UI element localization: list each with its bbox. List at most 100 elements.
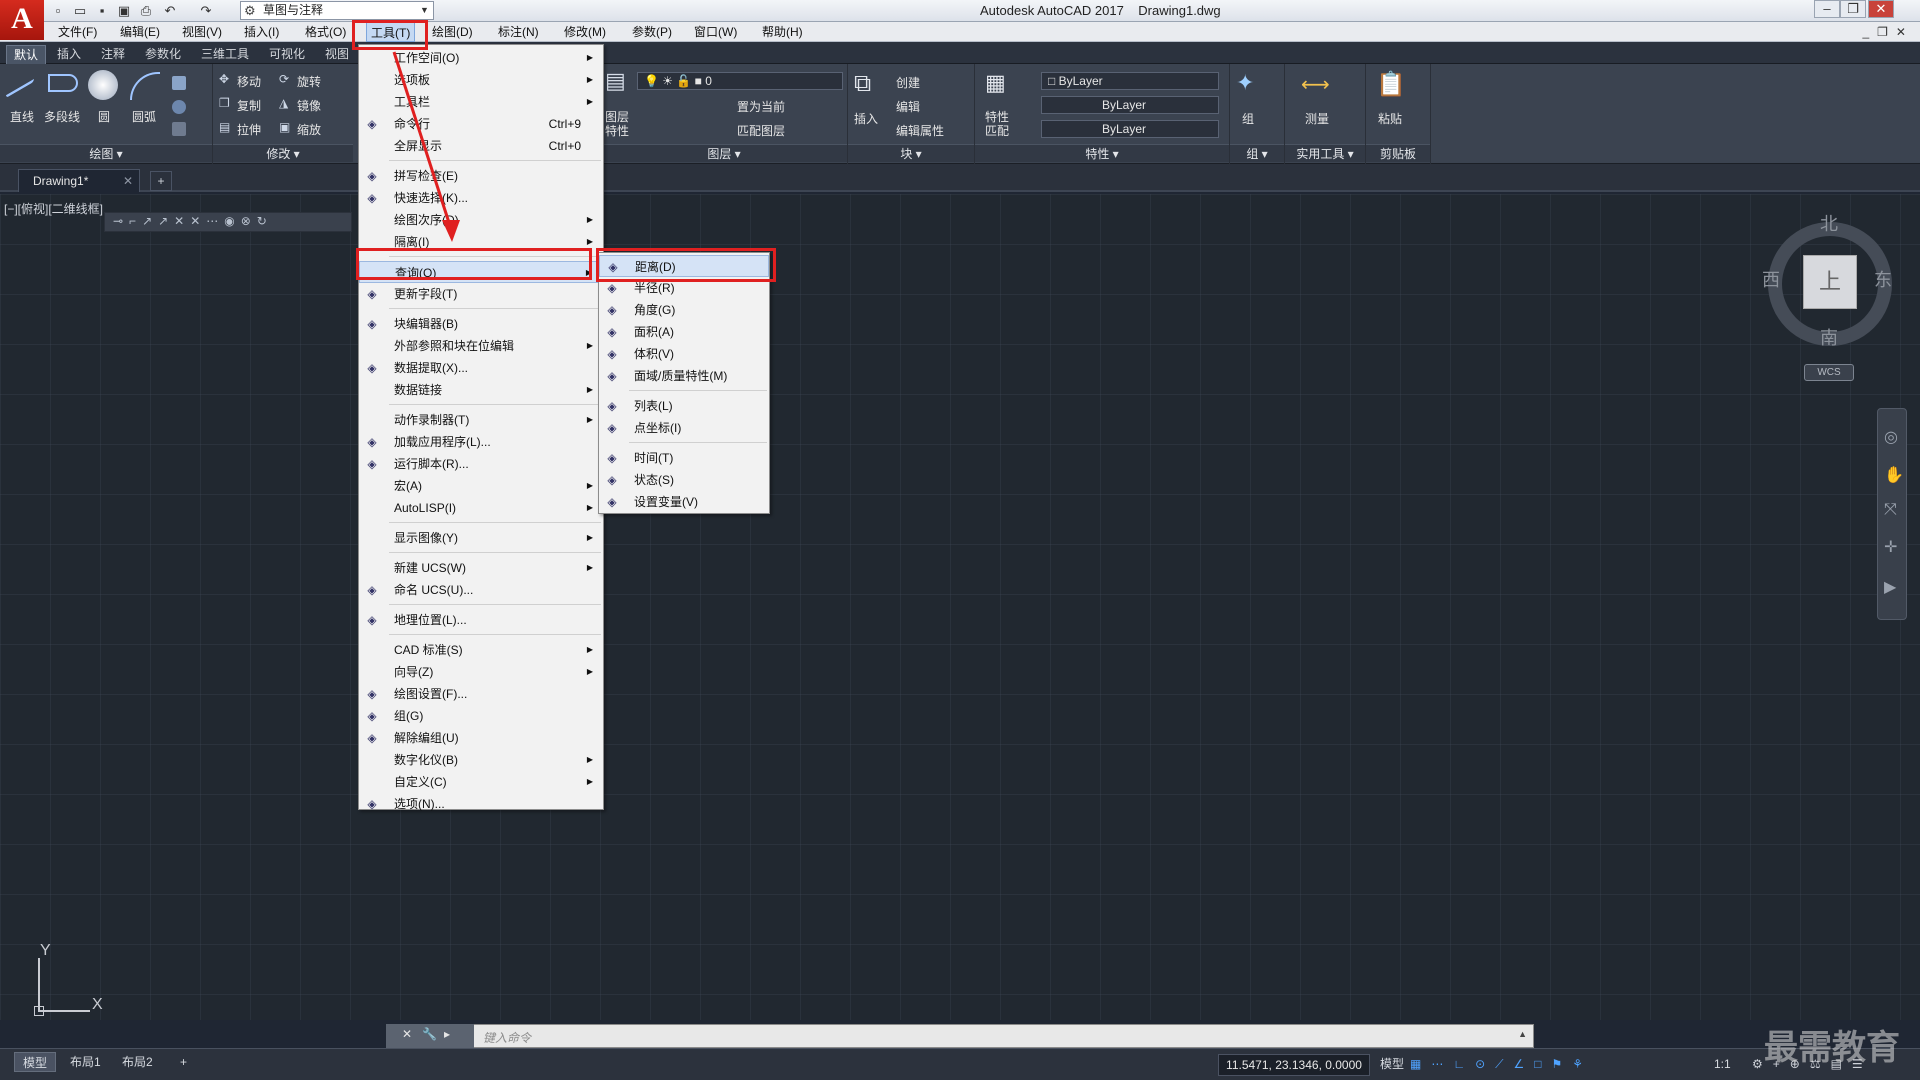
menu-modify[interactable]: 修改(M) — [560, 22, 610, 42]
pan-icon[interactable]: ✋ — [1884, 465, 1904, 485]
copy-label[interactable]: 复制 — [237, 97, 261, 114]
tools_menu-item[interactable]: 自定义(C) ▶ — [359, 771, 603, 793]
save-icon[interactable]: ▪ — [92, 2, 112, 20]
tools_menu-item[interactable]: ◈ 命名 UCS(U)... — [359, 579, 603, 601]
panel-utilities-title[interactable]: 实用工具 ▾ — [1285, 144, 1365, 162]
scale-label[interactable]: 缩放 — [297, 121, 321, 138]
inquiry_menu-item[interactable]: ◈ 点坐标(I) — [599, 417, 769, 439]
tab-view[interactable]: 视图 — [318, 45, 356, 64]
wcs-menu[interactable]: WCS — [1804, 364, 1854, 381]
save-as-icon[interactable]: ▣ — [114, 2, 134, 20]
panel-clipboard-title[interactable]: 剪贴板 — [1366, 144, 1430, 162]
tools_menu-item[interactable]: ◈ 加载应用程序(L)... — [359, 431, 603, 453]
stretch-label[interactable]: 拉伸 — [237, 121, 261, 138]
new-file-icon[interactable]: ▫ — [48, 2, 68, 20]
edit-block-label[interactable]: 编辑 — [896, 98, 920, 115]
model-space-toggle[interactable]: 模型 — [1372, 1054, 1412, 1074]
layout-tab-2[interactable]: 布局2 — [114, 1052, 161, 1072]
tools_menu-item[interactable]: AutoLISP(I) ▶ — [359, 497, 603, 519]
rotate-label[interactable]: 旋转 — [297, 73, 321, 90]
restore-button[interactable]: ❐ — [1840, 0, 1866, 18]
panel-block-title[interactable]: 块 ▾ — [848, 144, 974, 162]
menu-view[interactable]: 视图(V) — [178, 22, 226, 42]
color-select[interactable]: □ ByLayer — [1041, 72, 1219, 90]
tools_menu-item[interactable]: ◈ 选项(N)... — [359, 793, 603, 815]
tools_menu-item[interactable]: 宏(A) ▶ — [359, 475, 603, 497]
inquiry_menu-item[interactable]: ◈ 设置变量(V) — [599, 491, 769, 513]
showmotion-icon[interactable]: ▶ — [1884, 577, 1896, 597]
arc-icon[interactable] — [130, 72, 160, 100]
open-file-icon[interactable]: ▭ — [70, 2, 90, 20]
tools_menu-item[interactable]: ◈ 组(G) — [359, 705, 603, 727]
polyline-icon[interactable] — [48, 74, 78, 92]
close-icon[interactable]: ✕ — [123, 170, 133, 192]
viewcube-top-face[interactable]: 上 — [1803, 255, 1857, 309]
tab-3d-tools[interactable]: 三维工具 — [194, 45, 256, 64]
compass-east[interactable]: 东 — [1874, 266, 1892, 292]
prompt-icon[interactable]: ▸ — [444, 1027, 450, 1041]
tools_menu-item[interactable]: ◈ 块编辑器(B) — [359, 313, 603, 335]
zoom-extents-icon[interactable]: ⤧ — [1884, 501, 1897, 519]
menu-format[interactable]: 格式(O) — [301, 22, 350, 42]
new-tab-button[interactable]: + — [150, 171, 172, 191]
command-input[interactable]: 键入命令 — [483, 1029, 531, 1046]
compass-west[interactable]: 西 — [1762, 266, 1780, 292]
mirror-icon[interactable]: ◮ — [279, 96, 288, 110]
rectangle-icon[interactable] — [172, 76, 186, 90]
compass-north[interactable]: 北 — [1820, 210, 1838, 236]
move-label[interactable]: 移动 — [237, 73, 261, 90]
inquiry_menu-item[interactable]: ◈ 状态(S) — [599, 469, 769, 491]
panel-properties-title[interactable]: 特性 ▾ — [975, 144, 1229, 162]
tools_menu-item[interactable]: CAD 标准(S) ▶ — [359, 639, 603, 661]
close-button[interactable]: ✕ — [1868, 0, 1894, 18]
tab-insert[interactable]: 插入 — [50, 45, 88, 64]
arc-label[interactable]: 圆弧 — [132, 108, 156, 125]
create-block-label[interactable]: 创建 — [896, 74, 920, 91]
tab-drawing1[interactable]: Drawing1* ✕ — [18, 169, 140, 192]
layer-select[interactable]: 💡 ☀ 🔓 ■ 0 — [637, 72, 843, 90]
add-layout-button[interactable]: + — [172, 1052, 195, 1072]
hatch-icon[interactable] — [172, 100, 186, 114]
inquiry_menu-item[interactable]: ◈ 体积(V) — [599, 343, 769, 365]
measure-label[interactable]: 测量 — [1305, 110, 1329, 127]
rotate-icon[interactable]: ⟳ — [279, 72, 289, 86]
inquiry_menu-item[interactable]: ◈ 角度(G) — [599, 299, 769, 321]
region-icon[interactable] — [172, 122, 186, 136]
line-icon[interactable] — [6, 61, 34, 99]
command-history-icon[interactable]: ▲ — [1518, 1029, 1527, 1039]
minimize-button[interactable]: – — [1814, 0, 1840, 18]
menu-dimension[interactable]: 标注(N) — [494, 22, 543, 42]
move-icon[interactable]: ✥ — [219, 72, 229, 86]
steering-wheel-icon[interactable]: ◎ — [1884, 427, 1898, 447]
drawing-canvas[interactable] — [0, 194, 1920, 1020]
workspace-select[interactable]: 草图与注释 — [240, 1, 434, 20]
orbit-icon[interactable]: ✛ — [1884, 537, 1897, 557]
linetype-select[interactable]: ByLayer — [1041, 96, 1219, 114]
panel-group-title[interactable]: 组 ▾ — [1230, 144, 1284, 162]
stretch-icon[interactable]: ▤ — [219, 120, 230, 134]
tab-visualize[interactable]: 可视化 — [262, 45, 312, 64]
paste-icon[interactable]: 📋 — [1376, 70, 1406, 99]
tools_menu-item[interactable]: 显示图像(Y) ▶ — [359, 527, 603, 549]
layer-properties-label[interactable]: 图层 特性 — [605, 110, 629, 138]
panel-layer-title[interactable]: 图层 ▾ — [601, 144, 847, 162]
group-icon[interactable]: ✦ — [1236, 70, 1254, 96]
inquiry_menu-item[interactable]: ◈ 时间(T) — [599, 447, 769, 469]
print-icon[interactable]: ⎙ — [136, 2, 156, 20]
insert-label[interactable]: 插入 — [854, 110, 878, 127]
tab-parametric[interactable]: 参数化 — [138, 45, 188, 64]
tools_menu-item[interactable]: 向导(Z) ▶ — [359, 661, 603, 683]
circle-label[interactable]: 圆 — [98, 108, 110, 125]
status-toggle-icons[interactable]: ▦⋯∟⊙⟋∠□⚑⚘ — [1410, 1057, 1593, 1072]
polyline-label[interactable]: 多段线 — [44, 108, 80, 125]
undo-icon[interactable]: ↶ — [160, 2, 180, 20]
layer-properties-icon[interactable]: ▤ — [605, 68, 626, 94]
paste-label[interactable]: 粘贴 — [1378, 110, 1402, 127]
compass-south[interactable]: 南 — [1820, 324, 1838, 350]
match-properties-label[interactable]: 特性 匹配 — [985, 110, 1009, 138]
redo-icon[interactable]: ↷ — [196, 2, 216, 20]
tools_menu-item[interactable]: 数据链接 ▶ — [359, 379, 603, 401]
viewport-controls[interactable]: [−][俯视][二维线框] — [4, 200, 103, 217]
application-button[interactable]: A — [0, 0, 44, 40]
doc-window-controls[interactable]: _❐✕ — [1863, 22, 1915, 42]
